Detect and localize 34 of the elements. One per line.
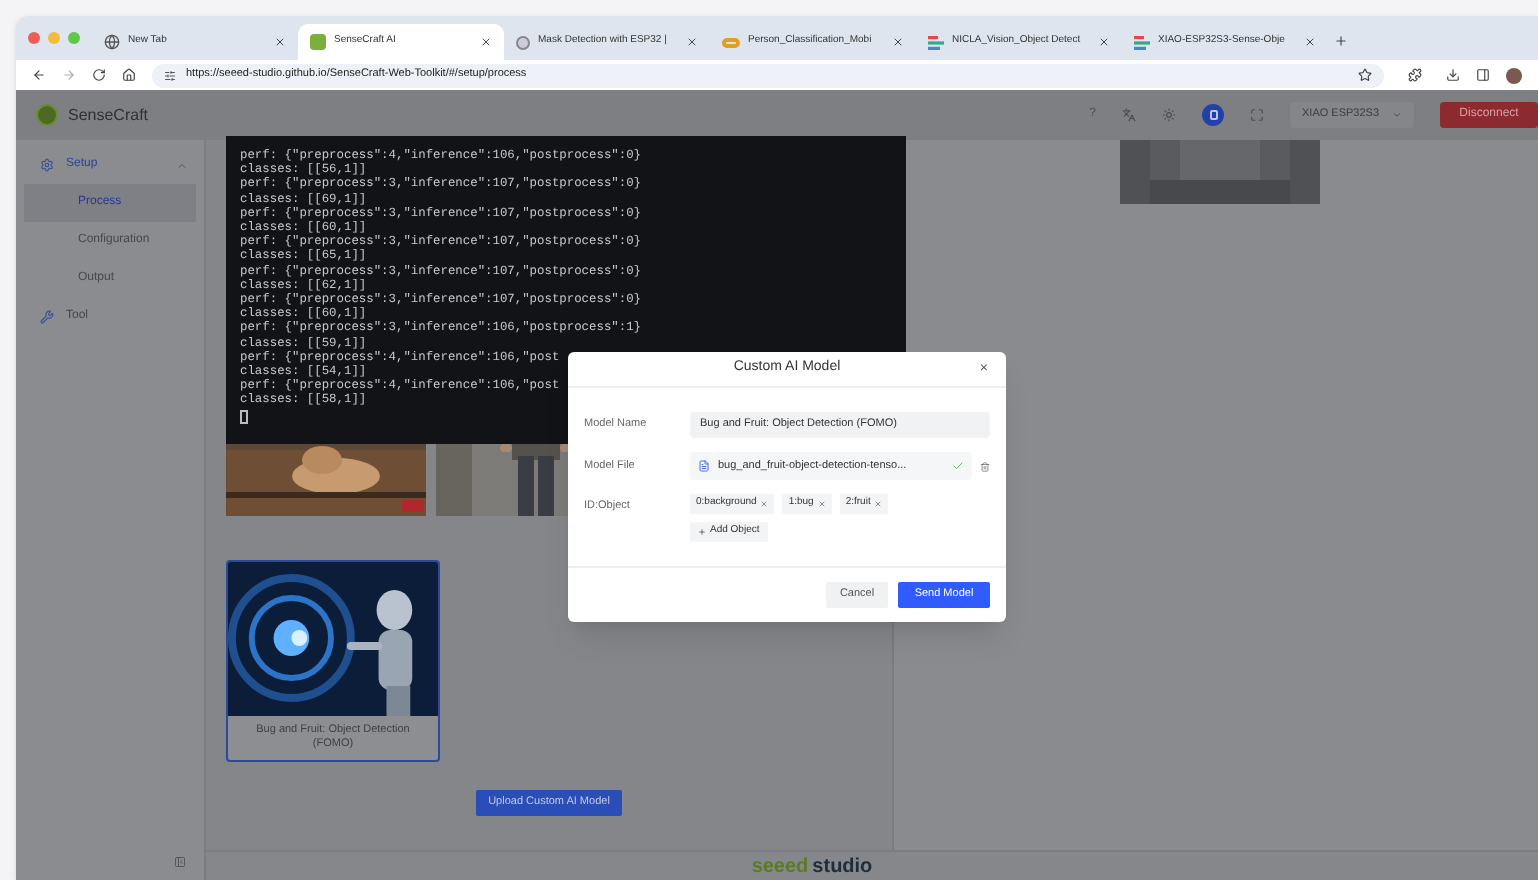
bar-chart-icon <box>928 35 944 49</box>
close-icon[interactable] <box>480 36 492 48</box>
device-icon[interactable] <box>1202 104 1224 126</box>
wrench-icon <box>40 310 54 324</box>
close-icon[interactable] <box>1098 36 1110 48</box>
brand-name: SenseCraft <box>68 103 149 127</box>
download-icon[interactable] <box>1446 68 1460 82</box>
plus-icon <box>698 528 706 536</box>
close-window-icon[interactable] <box>28 32 40 44</box>
delete-icon[interactable] <box>980 461 990 471</box>
gear-icon <box>40 158 54 172</box>
globe-icon <box>104 34 120 50</box>
close-icon[interactable] <box>892 36 904 48</box>
close-icon[interactable] <box>1304 36 1316 48</box>
back-icon[interactable] <box>32 68 46 82</box>
file-icon <box>698 460 710 472</box>
logo-icon <box>36 104 58 126</box>
home-icon[interactable] <box>122 68 136 82</box>
close-icon[interactable] <box>686 36 698 48</box>
site-settings-icon[interactable] <box>164 69 176 81</box>
new-tab-icon[interactable] <box>1334 34 1348 48</box>
star-icon[interactable] <box>1358 68 1372 82</box>
reload-icon[interactable] <box>92 68 106 82</box>
loop-icon <box>722 37 740 47</box>
extensions-icon[interactable] <box>1408 68 1422 82</box>
cursor-icon <box>240 409 248 424</box>
avatar-icon[interactable] <box>1506 67 1522 83</box>
bar-chart-icon <box>1134 35 1150 49</box>
app-favicon-icon <box>310 34 326 50</box>
chevron-down-icon <box>1392 110 1402 120</box>
side-panel-icon[interactable] <box>1476 68 1490 82</box>
close-icon[interactable] <box>274 36 286 48</box>
logo-text: studio <box>812 853 873 880</box>
logo-text: seeed <box>751 853 809 880</box>
